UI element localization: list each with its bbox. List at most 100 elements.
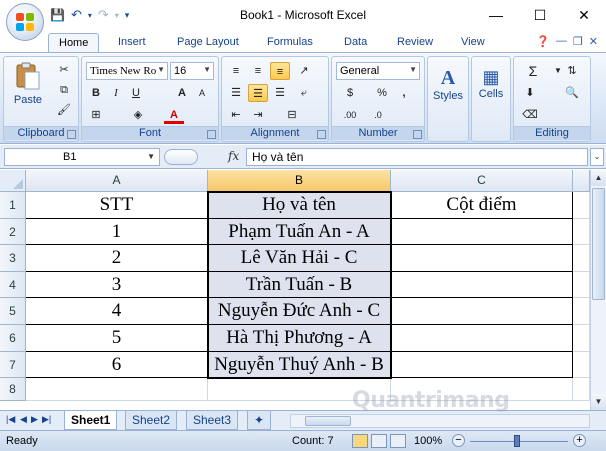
cell-d5[interactable] xyxy=(573,298,590,325)
prev-sheet-icon[interactable]: ◀ xyxy=(20,414,27,425)
next-sheet-icon[interactable]: ▶ xyxy=(31,414,38,425)
tab-review[interactable]: Review xyxy=(387,33,443,53)
cell-d6[interactable] xyxy=(573,325,590,352)
clipboard-launcher-icon[interactable] xyxy=(67,130,76,139)
zoom-slider-thumb[interactable] xyxy=(514,435,520,447)
align-bottom-icon[interactable]: ≡ xyxy=(270,62,290,80)
align-right-icon[interactable]: ☰ xyxy=(270,84,290,102)
format-painter-icon[interactable]: 🖌 xyxy=(54,101,74,119)
horizontal-scrollbar[interactable] xyxy=(290,414,590,428)
tab-data[interactable]: Data xyxy=(334,33,377,53)
row-header[interactable]: 6 xyxy=(0,325,26,352)
align-middle-icon[interactable]: ≡ xyxy=(248,62,268,80)
grow-font-button[interactable]: A xyxy=(172,84,192,102)
ribbon-close-icon[interactable]: ✕ xyxy=(589,35,598,48)
cut-icon[interactable]: ✂ xyxy=(54,61,74,79)
name-box[interactable]: B1 ▼ xyxy=(4,148,160,166)
font-size-select[interactable]: 16 ▼ xyxy=(170,62,214,80)
cell-b1[interactable]: Họ và tên xyxy=(208,192,391,219)
align-left-icon[interactable]: ☰ xyxy=(226,84,246,102)
underline-button[interactable]: U xyxy=(126,84,146,102)
number-format-select[interactable]: General ▼ xyxy=(336,62,420,80)
cell-c4[interactable] xyxy=(391,271,573,299)
cell-a8[interactable] xyxy=(26,378,208,402)
cell-c7[interactable] xyxy=(391,351,573,379)
autosum-button[interactable]: Σ xyxy=(520,62,546,80)
number-launcher-icon[interactable] xyxy=(413,130,422,139)
cell-b4[interactable]: Trần Tuấn - B xyxy=(208,271,391,299)
row-header[interactable]: 3 xyxy=(0,245,26,272)
cell-c5[interactable] xyxy=(391,298,573,325)
scroll-up-icon[interactable]: ▲ xyxy=(591,170,606,186)
maximize-button[interactable]: ☐ xyxy=(518,0,562,30)
zoom-in-button[interactable]: + xyxy=(573,434,586,447)
insert-function-icon[interactable]: fx xyxy=(228,149,239,163)
sort-filter-icon[interactable]: ⇅ xyxy=(562,62,582,80)
align-top-icon[interactable]: ≡ xyxy=(226,62,246,80)
font-name-select[interactable]: Times New Ro ▼ xyxy=(86,62,168,80)
sheet-tab-3[interactable]: Sheet3 xyxy=(186,411,239,430)
font-launcher-icon[interactable] xyxy=(207,130,216,139)
sheet-tab-1[interactable]: Sheet1 xyxy=(64,411,118,430)
insert-sheet-icon[interactable]: ✦ xyxy=(247,411,271,430)
zoom-out-button[interactable]: − xyxy=(452,434,465,447)
cell-b5[interactable]: Nguyễn Đức Anh - C xyxy=(208,298,391,325)
last-sheet-icon[interactable]: ▶| xyxy=(42,414,51,425)
fill-color-icon[interactable]: ◈ xyxy=(128,106,148,124)
increase-indent-icon[interactable]: ⇥ xyxy=(248,106,268,124)
row-header[interactable]: 8 xyxy=(0,378,26,402)
cell-d8[interactable] xyxy=(573,378,590,402)
horizontal-scroll-thumb[interactable] xyxy=(305,416,351,426)
cell-a7[interactable]: 6 xyxy=(26,351,208,379)
styles-button[interactable]: A Styles xyxy=(428,67,468,102)
cells-button[interactable]: ▦ Cells xyxy=(472,67,510,100)
vertical-scrollbar[interactable]: ▲ ▼ xyxy=(590,170,606,410)
sheet-tab-2[interactable]: Sheet2 xyxy=(125,411,178,430)
row-header[interactable]: 1 xyxy=(0,192,26,219)
cell-b2[interactable]: Phạm Tuấn An - A xyxy=(208,218,391,246)
column-header-c[interactable]: C xyxy=(391,170,573,192)
row-header[interactable]: 5 xyxy=(0,298,26,325)
alignment-launcher-icon[interactable] xyxy=(317,130,326,139)
expand-formula-bar-icon[interactable]: ⌄ xyxy=(590,148,604,166)
comma-button[interactable]: , xyxy=(394,84,414,102)
help-icon[interactable]: ❓ xyxy=(536,35,550,48)
cell-c1[interactable]: Cột điểm xyxy=(391,192,573,219)
borders-icon[interactable]: ⊞ xyxy=(86,106,106,124)
page-break-view-button[interactable] xyxy=(390,434,406,448)
cell-c3[interactable] xyxy=(391,245,573,272)
currency-button[interactable]: $ xyxy=(340,84,360,102)
ribbon-minimize-icon[interactable]: — xyxy=(556,35,567,48)
decrease-indent-icon[interactable]: ⇤ xyxy=(226,106,246,124)
select-all-button[interactable] xyxy=(0,170,26,192)
font-color-icon[interactable]: A xyxy=(164,106,184,124)
cell-d2[interactable] xyxy=(573,218,590,246)
bold-button[interactable]: B xyxy=(86,84,106,102)
clear-icon[interactable]: ⌫ xyxy=(520,106,540,124)
first-sheet-icon[interactable]: |◀ xyxy=(6,414,15,425)
zoom-level[interactable]: 100% xyxy=(414,435,442,447)
cell-a4[interactable]: 3 xyxy=(26,271,208,299)
tab-home[interactable]: Home xyxy=(48,33,100,53)
decrease-decimal-button[interactable]: .0 xyxy=(368,106,388,124)
cell-d7[interactable] xyxy=(573,351,590,379)
scroll-down-icon[interactable]: ▼ xyxy=(591,394,606,410)
office-button[interactable] xyxy=(6,3,44,41)
row-header[interactable]: 4 xyxy=(0,271,26,299)
cell-b7[interactable]: Nguyễn Thuý Anh - B xyxy=(208,351,391,379)
cell-c2[interactable] xyxy=(391,218,573,246)
row-header[interactable]: 7 xyxy=(0,351,26,379)
minimize-button[interactable]: — xyxy=(474,0,518,30)
close-button[interactable]: ✕ xyxy=(562,0,606,30)
column-header-a[interactable]: A xyxy=(26,170,208,192)
column-header-b[interactable]: B xyxy=(208,170,391,192)
tab-view[interactable]: View xyxy=(451,33,495,53)
paste-button[interactable]: Paste xyxy=(8,61,48,106)
ribbon-restore-icon[interactable]: ❐ xyxy=(573,35,583,48)
formula-input[interactable]: Họ và tên xyxy=(246,148,588,166)
cell-b6[interactable]: Hà Thị Phương - A xyxy=(208,325,391,352)
cell-d1[interactable] xyxy=(573,192,590,219)
copy-icon[interactable]: ⧉ xyxy=(54,81,74,99)
align-center-icon[interactable]: ☰ xyxy=(248,84,268,102)
page-layout-view-button[interactable] xyxy=(371,434,387,448)
